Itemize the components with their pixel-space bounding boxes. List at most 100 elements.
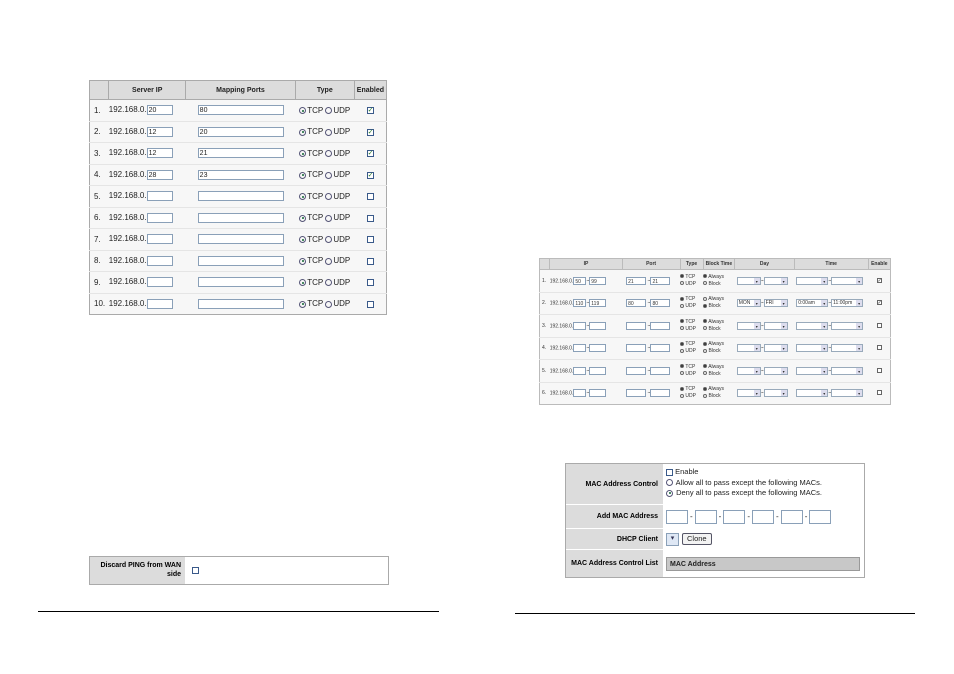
- always-radio[interactable]: [703, 341, 708, 346]
- block-radio[interactable]: [703, 326, 708, 331]
- block-radio[interactable]: [703, 371, 708, 376]
- block-radio[interactable]: [703, 281, 708, 286]
- mapping-ports-input[interactable]: 23: [197, 169, 284, 180]
- always-radio[interactable]: [703, 386, 708, 391]
- day-from-select[interactable]: MON ▾: [736, 299, 761, 308]
- port-from-input[interactable]: [626, 366, 647, 375]
- mapping-ports-input[interactable]: 21: [197, 148, 284, 159]
- filter-enable-checkbox[interactable]: [876, 390, 882, 396]
- filter-udp-radio[interactable]: [680, 326, 685, 331]
- udp-radio[interactable]: [325, 300, 333, 308]
- server-ip-input[interactable]: [146, 212, 173, 223]
- server-ip-input[interactable]: 12: [146, 126, 173, 137]
- tcp-radio[interactable]: [299, 300, 307, 308]
- time-to-select[interactable]: 11:00pm ▾: [831, 299, 864, 308]
- clone-button[interactable]: Clone: [682, 533, 712, 545]
- udp-radio[interactable]: [325, 257, 333, 265]
- mac-octet-input[interactable]: [752, 509, 775, 524]
- filter-enable-checkbox[interactable]: [876, 322, 882, 328]
- udp-radio[interactable]: [325, 150, 333, 158]
- day-from-select[interactable]: ▾: [736, 344, 761, 353]
- ip-to-input[interactable]: 119: [589, 299, 607, 308]
- dhcp-client-dropdown[interactable]: ▾: [666, 532, 679, 546]
- server-ip-input[interactable]: [146, 234, 173, 245]
- day-from-select[interactable]: ▾: [736, 366, 761, 375]
- server-ip-input[interactable]: [146, 298, 173, 309]
- time-to-select[interactable]: ▾: [831, 366, 864, 375]
- ip-from-input[interactable]: 50: [573, 276, 587, 285]
- always-radio[interactable]: [703, 274, 708, 279]
- day-from-select[interactable]: ▾: [736, 321, 761, 330]
- ip-to-input[interactable]: [589, 344, 607, 353]
- server-ip-input[interactable]: 12: [146, 148, 173, 159]
- udp-radio[interactable]: [325, 214, 333, 222]
- tcp-radio[interactable]: [299, 236, 307, 244]
- time-from-select[interactable]: ▾: [796, 389, 829, 398]
- filter-tcp-radio[interactable]: [680, 319, 685, 324]
- enabled-checkbox[interactable]: [366, 279, 374, 287]
- enabled-checkbox[interactable]: [366, 236, 374, 244]
- filter-tcp-radio[interactable]: [680, 274, 685, 279]
- tcp-radio[interactable]: [299, 171, 307, 179]
- time-to-select[interactable]: ▾: [831, 321, 864, 330]
- filter-tcp-radio[interactable]: [680, 296, 685, 301]
- ip-from-input[interactable]: [573, 344, 587, 353]
- mac-enable-checkbox[interactable]: [666, 468, 673, 476]
- enabled-checkbox[interactable]: ✓: [366, 150, 374, 158]
- tcp-radio[interactable]: [299, 128, 307, 136]
- ip-from-input[interactable]: [573, 321, 587, 330]
- day-to-select[interactable]: ▾: [763, 276, 788, 285]
- enabled-checkbox[interactable]: ✓: [366, 107, 374, 115]
- ip-to-input[interactable]: [589, 366, 607, 375]
- mac-octet-input[interactable]: [694, 509, 717, 524]
- port-to-input[interactable]: [650, 344, 671, 353]
- mapping-ports-input[interactable]: [197, 212, 284, 223]
- always-radio[interactable]: [703, 296, 708, 301]
- port-to-input[interactable]: 21: [650, 276, 671, 285]
- day-to-select[interactable]: ▾: [763, 366, 788, 375]
- mapping-ports-input[interactable]: [197, 234, 284, 245]
- ip-to-input[interactable]: 99: [589, 276, 607, 285]
- day-to-select[interactable]: ▾: [763, 389, 788, 398]
- mapping-ports-input[interactable]: 80: [197, 105, 284, 116]
- server-ip-input[interactable]: [146, 277, 173, 288]
- server-ip-input[interactable]: [146, 191, 173, 202]
- ip-from-input[interactable]: [573, 366, 587, 375]
- time-to-select[interactable]: ▾: [831, 344, 864, 353]
- filter-udp-radio[interactable]: [680, 281, 685, 286]
- server-ip-input[interactable]: [146, 255, 173, 266]
- always-radio[interactable]: [703, 319, 708, 324]
- filter-enable-checkbox[interactable]: ✓: [876, 277, 882, 283]
- filter-udp-radio[interactable]: [680, 303, 685, 308]
- enabled-checkbox[interactable]: ✓: [366, 128, 374, 136]
- filter-tcp-radio[interactable]: [680, 386, 685, 391]
- server-ip-input[interactable]: 28: [146, 169, 173, 180]
- time-from-select[interactable]: ▾: [796, 321, 829, 330]
- filter-udp-radio[interactable]: [680, 371, 685, 376]
- port-from-input[interactable]: 80: [626, 299, 647, 308]
- tcp-radio[interactable]: [299, 214, 307, 222]
- mapping-ports-input[interactable]: 20: [197, 126, 284, 137]
- port-to-input[interactable]: 80: [650, 299, 671, 308]
- port-from-input[interactable]: [626, 389, 647, 398]
- filter-udp-radio[interactable]: [680, 348, 685, 353]
- mac-octet-input[interactable]: [809, 509, 832, 524]
- mac-octet-input[interactable]: [723, 509, 746, 524]
- day-to-select[interactable]: ▾: [763, 344, 788, 353]
- ip-to-input[interactable]: [589, 321, 607, 330]
- mapping-ports-input[interactable]: [197, 191, 284, 202]
- time-from-select[interactable]: ▾: [796, 344, 829, 353]
- enabled-checkbox[interactable]: [366, 257, 374, 265]
- mac-octet-input[interactable]: [780, 509, 803, 524]
- mac-allow-radio[interactable]: [666, 479, 673, 487]
- port-from-input[interactable]: 21: [626, 276, 647, 285]
- ip-to-input[interactable]: [589, 389, 607, 398]
- filter-enable-checkbox[interactable]: ✓: [876, 300, 882, 306]
- filter-enable-checkbox[interactable]: [876, 345, 882, 351]
- enabled-checkbox[interactable]: [366, 214, 374, 222]
- day-to-select[interactable]: ▾: [763, 321, 788, 330]
- ip-from-input[interactable]: 110: [573, 299, 587, 308]
- udp-radio[interactable]: [325, 279, 333, 287]
- time-from-select[interactable]: ▾: [796, 276, 829, 285]
- port-from-input[interactable]: [626, 321, 647, 330]
